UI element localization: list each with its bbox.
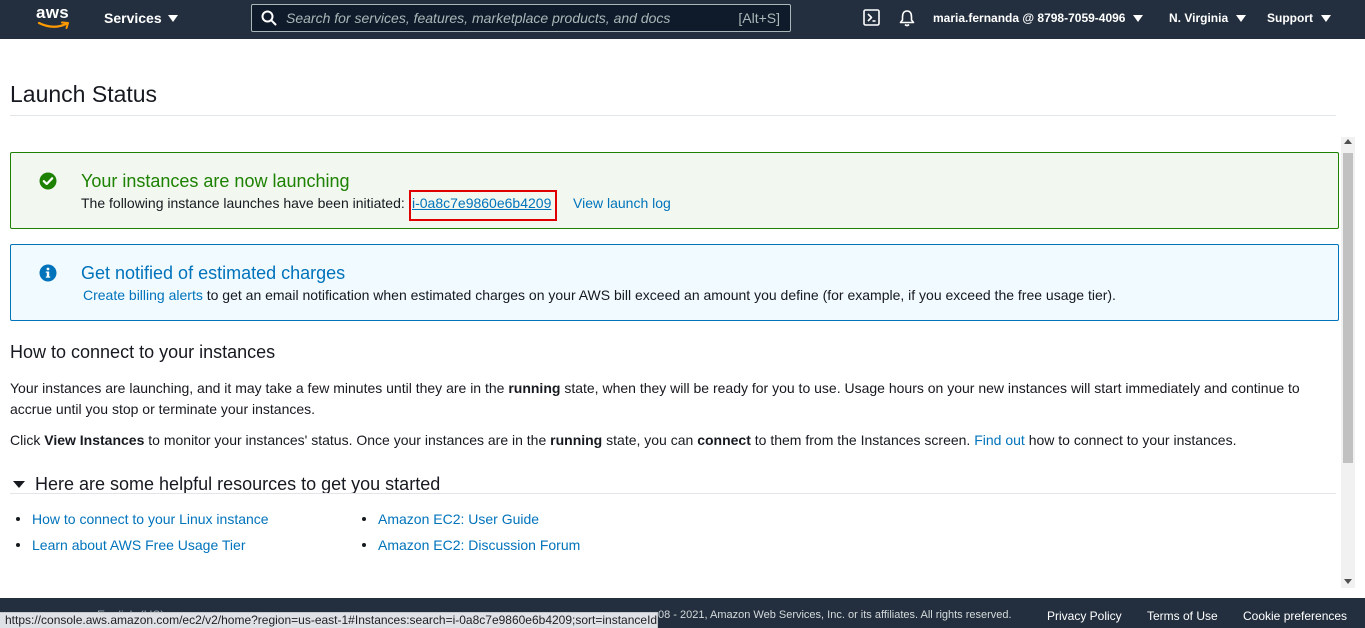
scroll-down-arrow-icon[interactable] — [1344, 579, 1352, 584]
services-label: Services — [104, 10, 162, 26]
info-alert-body: Create billing alerts to get an email no… — [83, 287, 1116, 303]
ec2-forum-link[interactable]: Amazon EC2: Discussion Forum — [378, 537, 580, 553]
account-menu[interactable]: maria.fernanda @ 8798-7059-4096 — [933, 11, 1144, 26]
aws-smile-icon — [37, 21, 69, 29]
create-billing-alerts-link[interactable]: Create billing alerts — [83, 287, 203, 303]
para2-text-c: state, you can — [602, 432, 698, 448]
para2-text-e: how to connect to your instances. — [1024, 432, 1237, 448]
resources-heading: Here are some helpful resources to get y… — [35, 474, 441, 494]
aws-logo-text: aws — [36, 3, 70, 22]
view-launch-log-link[interactable]: View launch log — [573, 195, 671, 211]
privacy-policy-link[interactable]: Privacy Policy — [1047, 609, 1122, 623]
search-shortcut-hint: [Alt+S] — [738, 10, 780, 26]
top-navigation-bar: aws Services [Alt+S] maria.fernanda @ 87… — [0, 0, 1365, 39]
info-alert-text: to get an email notification when estima… — [206, 287, 1116, 303]
find-out-link[interactable]: Find out — [974, 432, 1025, 448]
notifications-bell-icon[interactable] — [898, 9, 916, 27]
resources-list-right: Amazon EC2: User Guide Amazon EC2: Discu… — [356, 511, 580, 563]
search-input[interactable] — [286, 8, 726, 28]
connect-section-heading: How to connect to your instances — [10, 342, 276, 362]
cookie-preferences-link[interactable]: Cookie preferences — [1243, 609, 1347, 623]
search-icon — [261, 10, 277, 26]
success-alert-title: Your instances are now launching — [81, 171, 350, 191]
search-box[interactable]: [Alt+S] — [251, 4, 791, 32]
title-divider — [10, 115, 1336, 116]
caret-down-icon — [13, 480, 25, 488]
para2-text-d: to them from the Instances screen. — [750, 432, 975, 448]
launch-success-alert: Your instances are now launching The fol… — [10, 152, 1339, 229]
list-item: Amazon EC2: User Guide — [356, 511, 580, 537]
caret-down-icon — [1236, 15, 1247, 22]
info-alert-title: Get notified of estimated charges — [81, 263, 346, 283]
para2-text-b: to monitor your instances' status. Once … — [144, 432, 551, 448]
support-label: Support — [1267, 11, 1313, 25]
scroll-up-arrow-icon[interactable] — [1344, 139, 1352, 144]
free-tier-link[interactable]: Learn about AWS Free Usage Tier — [32, 537, 245, 553]
para2-running-bold: running — [550, 432, 603, 448]
support-menu[interactable]: Support — [1267, 11, 1331, 26]
caret-down-icon — [1321, 15, 1331, 22]
para2-text-a: Click — [10, 432, 45, 448]
copyright-text: 08 - 2021, Amazon Web Services, Inc. or … — [658, 609, 1012, 621]
billing-info-alert: Get notified of estimated charges Create… — [10, 244, 1339, 321]
para1-text-a: Your instances are launching, and it may… — [10, 380, 509, 396]
page-title: Launch Status — [10, 81, 158, 107]
account-label: maria.fernanda @ 8798-7059-4096 — [933, 11, 1126, 25]
region-label: N. Virginia — [1169, 11, 1229, 25]
para1-running-bold: running — [508, 380, 561, 396]
caret-down-icon — [167, 15, 178, 22]
success-check-icon — [39, 172, 57, 190]
scrollbar-thumb[interactable] — [1343, 153, 1353, 463]
list-item: Learn about AWS Free Usage Tier — [10, 537, 269, 563]
list-item: How to connect to your Linux instance — [10, 511, 269, 537]
launch-info-paragraph: Your instances are launching, and it may… — [10, 378, 1330, 420]
cloudshell-icon[interactable] — [863, 9, 880, 26]
success-alert-body: The following instance launches have bee… — [81, 195, 405, 211]
linux-connect-link[interactable]: How to connect to your Linux instance — [32, 511, 269, 527]
content-scrollbar[interactable] — [1341, 137, 1355, 588]
terms-of-use-link[interactable]: Terms of Use — [1147, 609, 1218, 623]
caret-down-icon — [1133, 15, 1144, 22]
list-item: Amazon EC2: Discussion Forum — [356, 537, 580, 563]
view-instances-paragraph: Click View Instances to monitor your ins… — [10, 430, 1330, 451]
services-menu-button[interactable]: Services — [104, 10, 178, 27]
info-icon — [39, 264, 57, 282]
para2-view-instances-bold: View Instances — [44, 432, 145, 448]
aws-logo[interactable]: aws — [36, 4, 72, 32]
para2-connect-bold: connect — [697, 432, 751, 448]
region-selector[interactable]: N. Virginia — [1169, 11, 1247, 26]
resources-divider — [10, 493, 1336, 494]
resources-list-left: How to connect to your Linux instance Le… — [10, 511, 269, 563]
instance-id-link[interactable]: i-0a8c7e9860e6b4209 — [412, 195, 551, 211]
resources-expander[interactable]: Here are some helpful resources to get y… — [10, 473, 440, 495]
ec2-user-guide-link[interactable]: Amazon EC2: User Guide — [378, 511, 539, 527]
browser-status-url: https://console.aws.amazon.com/ec2/v2/ho… — [0, 612, 658, 628]
